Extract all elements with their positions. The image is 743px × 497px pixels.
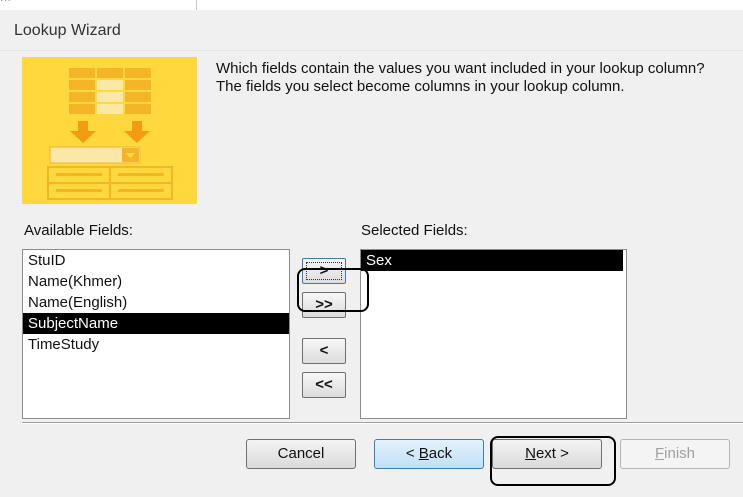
back-rest: ack	[428, 445, 453, 462]
footer-divider-highlight	[22, 423, 743, 424]
list-item[interactable]: Name(Khmer)	[23, 271, 289, 292]
available-fields-list[interactable]: StuID Name(Khmer) Name(English) SubjectN…	[22, 249, 290, 419]
selected-fields-label: Selected Fields:	[361, 222, 468, 239]
background-divider	[196, 0, 197, 10]
highlight-callout-next-button	[490, 436, 616, 486]
title-divider	[0, 50, 743, 51]
list-item-selected[interactable]: Sex	[361, 250, 623, 271]
dialog-title: Lookup Wizard	[14, 22, 121, 39]
cancel-button[interactable]: Cancel	[246, 439, 356, 469]
list-item[interactable]: TimeStudy	[23, 334, 289, 355]
background-window-strip: ···	[0, 0, 743, 10]
list-item[interactable]: StuID	[23, 250, 289, 271]
list-item[interactable]: Name(English)	[23, 292, 289, 313]
wizard-illustration-icon	[22, 57, 197, 204]
background-text-fragment: ···	[0, 0, 11, 6]
back-accelerator: B	[418, 445, 429, 462]
lookup-table-illustration	[47, 66, 173, 200]
finish-rest: inish	[664, 445, 696, 462]
remove-field-button[interactable]: <	[302, 338, 346, 364]
back-prefix: <	[405, 445, 419, 462]
finish-button[interactable]: Finish	[620, 439, 730, 469]
finish-accelerator: F	[654, 445, 665, 462]
back-button[interactable]: < Back	[374, 439, 484, 469]
list-item-selected[interactable]: SubjectName	[23, 313, 289, 334]
remove-all-fields-button[interactable]: <<	[302, 372, 346, 398]
available-fields-label: Available Fields:	[24, 222, 133, 239]
instructions-text: Which fields contain the values you want…	[216, 60, 705, 95]
selected-fields-list[interactable]: Sex	[360, 249, 627, 419]
highlight-callout-add-button	[297, 268, 369, 312]
